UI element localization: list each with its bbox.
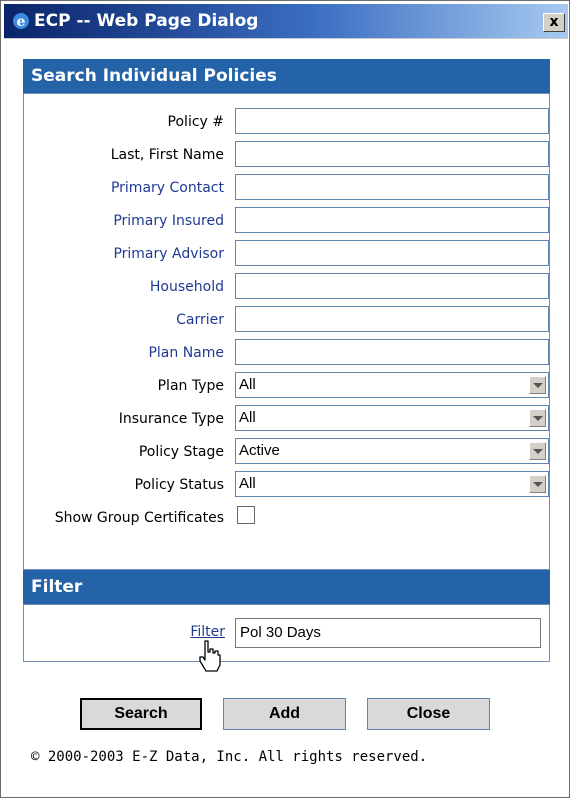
plan-name-input[interactable] bbox=[235, 339, 549, 365]
chevron-down-icon[interactable] bbox=[529, 409, 546, 427]
hand-cursor-icon bbox=[199, 640, 221, 672]
close-window-button[interactable]: x bbox=[543, 13, 565, 32]
policy-status-value: All bbox=[239, 475, 256, 492]
search-panel-header: Search Individual Policies bbox=[23, 59, 550, 93]
add-button[interactable]: Add bbox=[223, 698, 346, 730]
dialog-window: e ECP -- Web Page Dialog x Search Indivi… bbox=[0, 0, 570, 798]
carrier-label[interactable]: Carrier bbox=[176, 312, 224, 328]
insurance-type-label: Insurance Type bbox=[118, 411, 224, 427]
household-label[interactable]: Household bbox=[150, 279, 224, 295]
primary-contact-label[interactable]: Primary Contact bbox=[111, 180, 224, 196]
insurance-type-value: All bbox=[239, 409, 256, 426]
primary-insured-input[interactable] bbox=[235, 207, 549, 233]
title-bar[interactable]: e ECP -- Web Page Dialog x bbox=[4, 4, 568, 38]
policy-status-select[interactable]: All bbox=[235, 471, 549, 497]
primary-contact-input[interactable] bbox=[235, 174, 549, 200]
ie-icon: e bbox=[13, 13, 29, 30]
filter-input[interactable]: Pol 30 Days bbox=[235, 618, 541, 648]
policy-stage-select[interactable]: Active bbox=[235, 438, 549, 464]
plan-type-select[interactable]: All bbox=[235, 372, 549, 398]
policy-number-input[interactable] bbox=[235, 108, 549, 134]
filter-link[interactable]: Filter bbox=[190, 624, 225, 640]
close-button[interactable]: Close bbox=[367, 698, 490, 730]
policy-number-label: Policy # bbox=[167, 114, 224, 130]
show-group-certificates-checkbox[interactable] bbox=[237, 506, 255, 524]
chevron-down-icon[interactable] bbox=[529, 442, 546, 460]
search-button[interactable]: Search bbox=[80, 698, 202, 730]
svg-text:e: e bbox=[17, 14, 26, 30]
plan-type-value: All bbox=[239, 376, 256, 393]
plan-name-label[interactable]: Plan Name bbox=[148, 345, 224, 361]
plan-type-label: Plan Type bbox=[157, 378, 224, 394]
primary-advisor-input[interactable] bbox=[235, 240, 549, 266]
name-input[interactable] bbox=[235, 141, 549, 167]
chevron-down-icon[interactable] bbox=[529, 475, 546, 493]
copyright-text: © 2000-2003 E-Z Data, Inc. All rights re… bbox=[31, 749, 428, 765]
show-group-certificates-label: Show Group Certificates bbox=[54, 510, 224, 526]
policy-stage-label: Policy Stage bbox=[138, 444, 224, 460]
window-title: ECP -- Web Page Dialog bbox=[34, 11, 259, 31]
household-input[interactable] bbox=[235, 273, 549, 299]
carrier-input[interactable] bbox=[235, 306, 549, 332]
chevron-down-icon[interactable] bbox=[529, 376, 546, 394]
name-label: Last, First Name bbox=[110, 147, 224, 163]
primary-advisor-label[interactable]: Primary Advisor bbox=[113, 246, 224, 262]
insurance-type-select[interactable]: All bbox=[235, 405, 549, 431]
primary-insured-label[interactable]: Primary Insured bbox=[113, 213, 224, 229]
filter-panel-header: Filter bbox=[23, 570, 550, 604]
policy-stage-value: Active bbox=[239, 442, 280, 459]
policy-status-label: Policy Status bbox=[134, 477, 224, 493]
